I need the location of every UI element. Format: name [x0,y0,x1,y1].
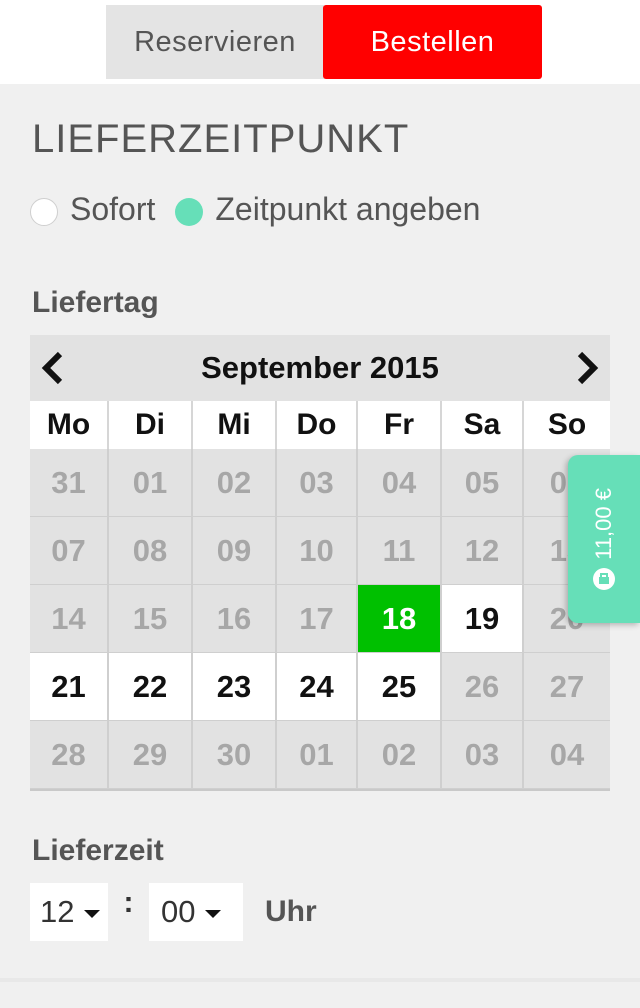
hour-value: 12 [40,894,75,929]
weekday-header: Di [109,401,193,449]
calendar-day: 27 [524,653,610,721]
calendar-day[interactable]: 19 [442,585,524,653]
calendar: September 2015 Mo Di Mi Do Fr Sa So 31 01 02 03 04… [30,335,610,791]
calendar-day: 03 [277,449,358,517]
calendar-day[interactable]: 21 [30,653,109,721]
cart-flyout-tab[interactable]: 11,00 € [568,455,640,623]
calendar-day[interactable]: 22 [109,653,193,721]
delivery-time-label: Lieferzeit [32,834,164,867]
delivery-day-label: Liefertag [32,286,159,319]
calendar-day: 11 [358,517,442,585]
previous-month-button[interactable] [38,351,68,385]
weekday-header: So [524,401,610,449]
calendar-header: September 2015 [30,335,610,401]
chevron-right-icon [577,351,599,385]
calendar-day: 04 [358,449,442,517]
cart-glyph-icon [599,572,609,584]
weekday-header: Mi [193,401,277,449]
weekday-header: Do [277,401,358,449]
delivery-time-row: 12 : 00 Uhr [30,883,317,941]
calendar-day: 08 [109,517,193,585]
calendar-day-selected[interactable]: 18 [358,585,442,653]
delivery-mode-options: Sofort Zeitpunkt angeben [30,186,500,232]
radio-zeitpunkt[interactable] [175,198,204,226]
top-bar: Reservieren Bestellen [0,0,640,84]
next-month-button[interactable] [572,351,602,385]
calendar-day: 05 [442,449,524,517]
calendar-day: 31 [30,449,109,517]
calendar-day: 26 [442,653,524,721]
month-title: September 2015 [201,350,439,385]
weekday-header: Mo [30,401,109,449]
calendar-day: 17 [277,585,358,653]
calendar-day: 02 [193,449,277,517]
calendar-day: 28 [30,721,109,789]
calendar-day[interactable]: 23 [193,653,277,721]
tab-reservieren[interactable]: Reservieren [106,5,324,79]
weekday-header: Sa [442,401,524,449]
cart-icon [593,567,615,590]
calendar-day: 02 [358,721,442,789]
minute-value: 00 [161,894,196,929]
time-separator: : [123,886,134,919]
calendar-day: 16 [193,585,277,653]
caret-down-icon [205,910,222,918]
minute-select[interactable]: 00 [149,883,243,941]
calendar-day: 01 [277,721,358,789]
calendar-day: 12 [442,517,524,585]
hour-select[interactable]: 12 [30,883,108,941]
calendar-day: 04 [524,721,610,789]
calendar-day: 15 [109,585,193,653]
calendar-day: 30 [193,721,277,789]
tab-bestellen[interactable]: Bestellen [323,5,542,79]
calendar-day: 14 [30,585,109,653]
chevron-left-icon [41,351,63,385]
calendar-day: 10 [277,517,358,585]
weekday-header-row: Mo Di Mi Do Fr Sa So [30,401,610,449]
caret-down-icon [84,910,101,918]
cart-amount: 11,00 € [591,488,616,560]
radio-zeitpunkt-label[interactable]: Zeitpunkt angeben [215,191,480,228]
calendar-day[interactable]: 24 [277,653,358,721]
calendar-day: 29 [109,721,193,789]
divider [0,978,640,982]
weekday-header: Fr [358,401,442,449]
calendar-days: 31 01 02 03 04 05 06 07 08 09 10 11 12 13 14 15 16 17 18 19… [30,449,610,791]
time-unit-label: Uhr [265,895,317,928]
radio-sofort-label[interactable]: Sofort [70,191,155,228]
radio-sofort[interactable] [30,198,58,226]
calendar-day: 03 [442,721,524,789]
calendar-day[interactable]: 25 [358,653,442,721]
calendar-day: 07 [30,517,109,585]
section-title: LIEFERZEITPUNKT [32,117,410,161]
calendar-day: 01 [109,449,193,517]
calendar-day: 09 [193,517,277,585]
